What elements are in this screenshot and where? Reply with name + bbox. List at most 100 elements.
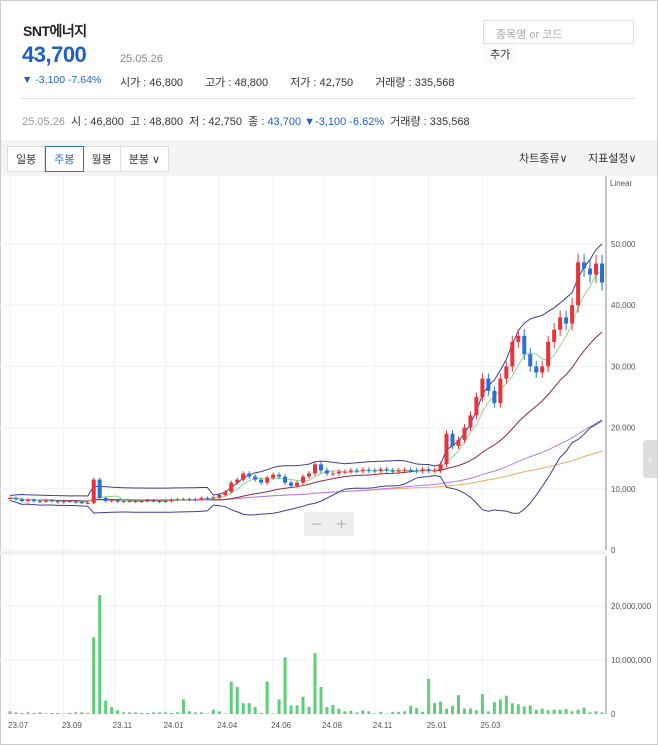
side-panel-toggle[interactable]: ‹: [643, 440, 657, 478]
volume-bar: [504, 695, 508, 714]
price-tick-label: 30,000: [611, 362, 636, 371]
candle: [546, 341, 551, 367]
volume-bar: [552, 709, 556, 714]
volume-bar: [122, 712, 126, 714]
divider: [22, 98, 634, 99]
candle: [552, 329, 557, 342]
volume-bar: [570, 711, 574, 714]
ohlc-close: 43,700: [267, 116, 302, 128]
candle: [528, 354, 533, 367]
volume-bar: [367, 711, 371, 714]
volume-bar: [558, 709, 562, 714]
volume-bar: [534, 709, 538, 714]
candle: [336, 471, 341, 474]
volume-bar: [325, 706, 329, 714]
price-change: ▼ -3,100 -7.64%: [22, 74, 102, 86]
volume-bar: [229, 681, 233, 714]
candle: [456, 439, 461, 446]
low-price: 저가 : 42,750: [290, 77, 354, 89]
candle: [91, 479, 96, 503]
candle: [67, 501, 72, 503]
x-tick-label: 23.11: [113, 721, 133, 730]
price-date: 25.05.26: [120, 53, 163, 65]
scale-label: Linear: [610, 179, 633, 188]
volume-bar: [187, 711, 191, 714]
volume-bar: [56, 712, 60, 714]
volume-bar: [474, 710, 478, 714]
candle: [169, 499, 174, 502]
candle: [516, 335, 521, 342]
price-chart[interactable]: 0 10,000 20,000 30,000 40,000 50,000 0 10,000,0…: [0, 176, 658, 745]
candle: [61, 501, 66, 503]
candle: [139, 501, 144, 503]
tab-monthly[interactable]: 월봉: [84, 147, 121, 171]
bollinger-upper-line: [9, 243, 603, 497]
volume-bar: [600, 712, 604, 714]
high-price: 고가 : 48,800: [205, 77, 269, 89]
candle: [217, 494, 222, 498]
volume-bar: [433, 703, 437, 714]
tab-weekly[interactable]: 주봉: [45, 146, 84, 172]
candle: [366, 469, 371, 471]
volume-bar: [193, 712, 197, 714]
zoom-out-button[interactable]: −: [304, 512, 329, 536]
volume-bar: [576, 709, 580, 714]
volume-bar: [259, 712, 263, 714]
candle: [85, 502, 90, 504]
candle: [576, 262, 581, 306]
volume-bar: [157, 712, 161, 714]
candle: [265, 477, 270, 483]
candle: [175, 499, 180, 501]
candle: [510, 341, 515, 367]
chart-toolbar: 일봉 주봉 월봉 분봉 ∨ 차트종류∨ 지표설정∨: [1, 140, 657, 176]
volume-bar: [134, 712, 138, 714]
candle: [342, 471, 347, 473]
volume-bar: [169, 712, 173, 714]
candle: [588, 268, 593, 275]
candle: [55, 501, 60, 503]
add-button[interactable]: 추가: [484, 44, 517, 64]
tab-minute[interactable]: 분봉 ∨: [121, 147, 168, 171]
volume-bar: [516, 704, 520, 714]
volume-bar: [594, 711, 598, 714]
zoom-in-button[interactable]: +: [329, 512, 354, 536]
ohlc-open: 시 : 46,800: [70, 116, 124, 128]
candle: [259, 479, 264, 483]
candle: [534, 366, 539, 373]
volume-bar: [253, 706, 257, 714]
volume-bar: [146, 712, 150, 714]
volume-bar: [391, 711, 395, 714]
candle: [13, 497, 18, 500]
candle: [19, 499, 24, 502]
candle: [43, 500, 48, 502]
candle: [492, 390, 497, 404]
chart-type-dropdown[interactable]: 차트종류∨: [519, 150, 568, 166]
candle: [241, 473, 246, 480]
bollinger-lower-line: [9, 420, 603, 516]
candle: [103, 497, 108, 502]
candle: [181, 499, 186, 501]
candle: [582, 262, 587, 269]
volume-tick-label: 20,000,000: [611, 602, 652, 611]
ohlc-date: 25.05.26: [22, 116, 65, 128]
candle: [97, 479, 102, 498]
candle: [37, 501, 42, 503]
candle: [480, 378, 485, 397]
x-tick-label: 25.01: [427, 721, 448, 730]
current-price: 43,700: [22, 42, 87, 67]
tab-daily[interactable]: 일봉: [8, 147, 46, 171]
candle: [289, 482, 294, 486]
volume-bar: [349, 710, 353, 714]
volume-bar: [163, 712, 167, 714]
indicator-settings-dropdown[interactable]: 지표설정∨: [588, 150, 637, 166]
candle: [348, 470, 353, 472]
candle: [564, 317, 569, 324]
candle: [295, 482, 300, 486]
candle: [426, 469, 431, 471]
candle: [450, 433, 455, 446]
candle: [420, 469, 425, 472]
ohlc-volume: 거래량 : 335,568: [390, 116, 470, 128]
stock-search-input[interactable]: 종목명 or 코드: [483, 20, 634, 44]
candle: [474, 397, 479, 416]
x-tick-label: 24.11: [373, 721, 393, 730]
